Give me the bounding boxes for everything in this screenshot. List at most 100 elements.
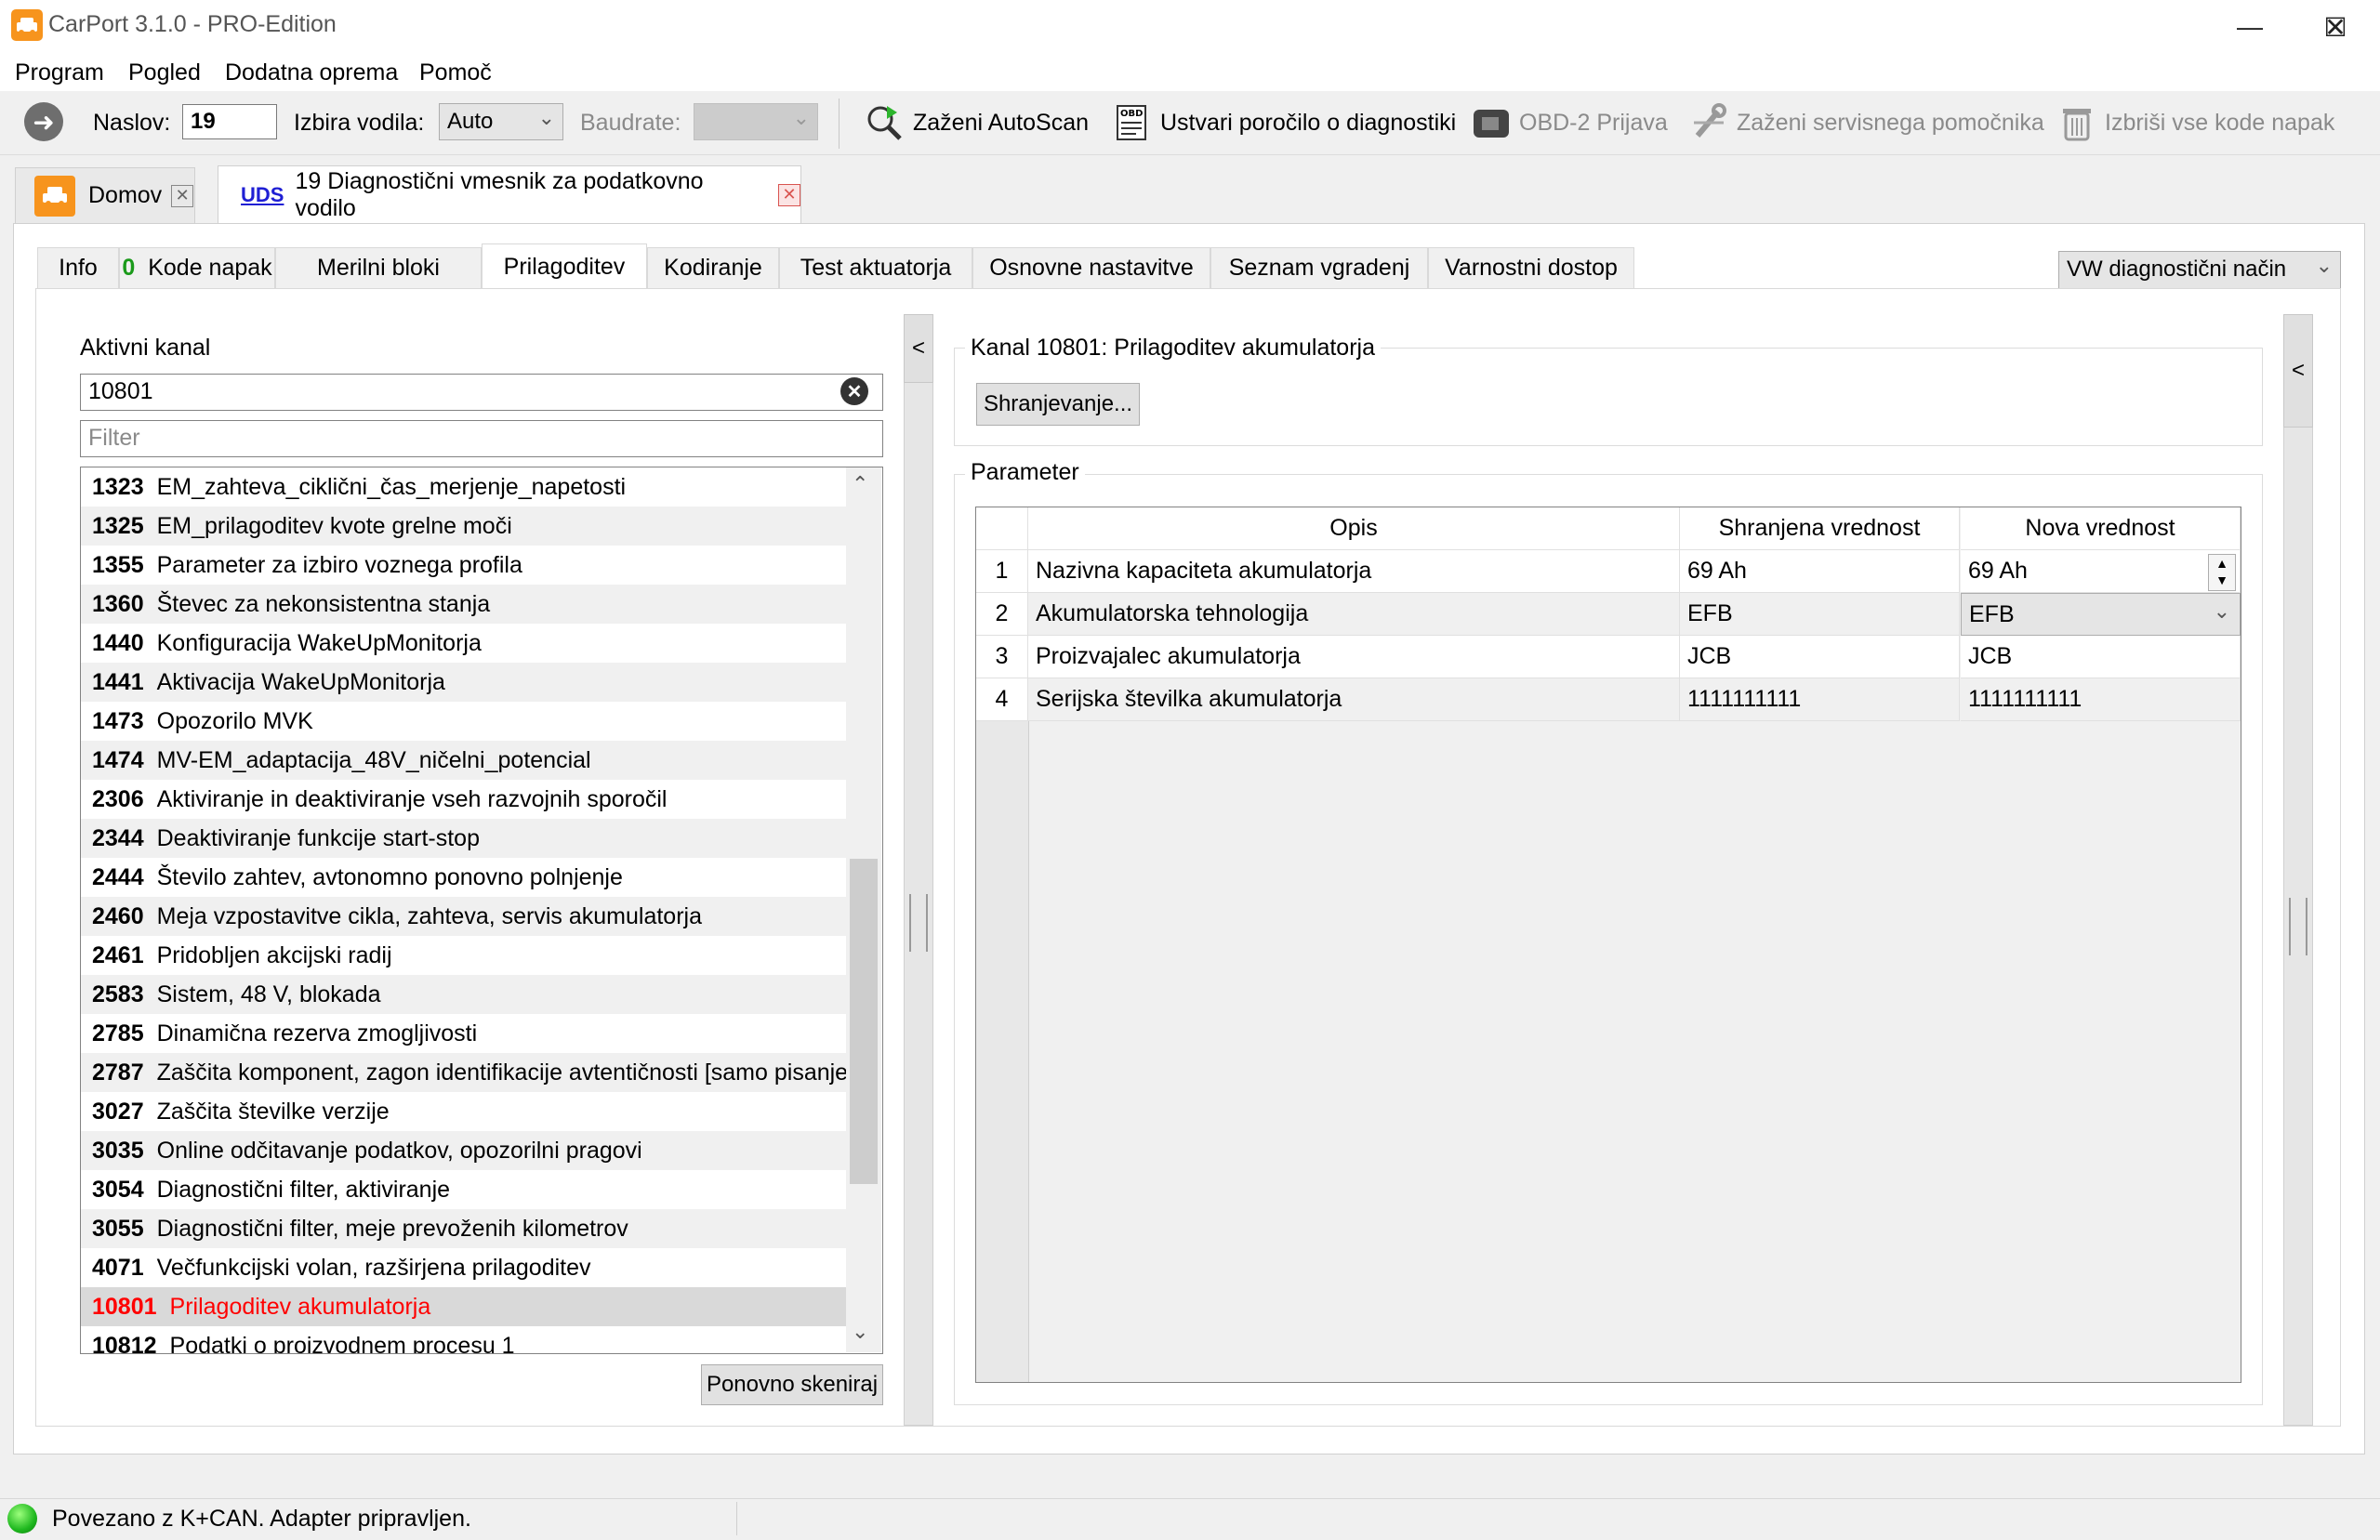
list-item[interactable]: 2344 Deaktiviranje funkcije start-stop xyxy=(81,819,849,858)
cell-text: JCB xyxy=(1687,643,1732,669)
new-value[interactable]: 69 Ah ▲ ▼ xyxy=(1961,550,2241,593)
diagnostic-mode-select[interactable]: VW diagnostični način ⌄ xyxy=(2058,251,2341,290)
tab-basic-settings[interactable]: Osnovne nastavitve xyxy=(972,247,1210,288)
chevron-up-icon[interactable]: ⌃ xyxy=(852,472,868,496)
list-item[interactable]: 3027 Zaščita številke verzije xyxy=(81,1092,849,1131)
baudrate-select[interactable]: ⌄ xyxy=(694,103,818,140)
autoscan-button[interactable]: Zaženi AutoScan xyxy=(865,97,1089,149)
chevron-down-icon: ⌄ xyxy=(2213,599,2230,623)
diagnostic-report-label: Ustvari poročilo o diagnostiki xyxy=(1160,109,1457,136)
save-button[interactable]: Shranjevanje... xyxy=(976,383,1140,426)
left-splitter[interactable] xyxy=(904,314,933,1426)
list-item[interactable]: 2785 Dinamična rezerva zmogljivosti xyxy=(81,1014,849,1053)
right-splitter[interactable] xyxy=(2283,314,2313,1426)
channel-code: 1355 xyxy=(92,551,144,578)
saved-value: 69 Ah xyxy=(1680,550,1960,593)
list-item[interactable]: 1441 Aktivacija WakeUpMonitorja xyxy=(81,663,849,702)
new-value[interactable]: EFB ⌄ xyxy=(1961,593,2241,636)
channel-code: 1360 xyxy=(92,590,144,617)
list-item[interactable]: 10812 Podatki o proizvodnem procesu 1 xyxy=(81,1326,849,1354)
connection-status-icon xyxy=(7,1504,37,1533)
tab-coding[interactable]: Kodiranje xyxy=(647,247,779,288)
list-item[interactable]: 2460 Meja vzpostavitve cikla, zahteva, se… xyxy=(81,897,849,936)
tab-measuring-blocks[interactable]: Merilni bloki xyxy=(275,247,482,288)
grip-icon xyxy=(2289,898,2307,955)
list-item[interactable]: 4071 Večfunkcijski volan, razširjena pril… xyxy=(81,1248,849,1287)
delete-codes-button[interactable]: Izbriši vse kode napak xyxy=(2056,97,2334,149)
bus-select-value: Auto xyxy=(447,109,494,134)
channel-code: 2460 xyxy=(92,902,144,929)
close-icon[interactable]: ✕ xyxy=(778,183,800,206)
diagnostic-report-button[interactable]: OBD Ustvari poročilo o diagnostiki xyxy=(1112,97,1456,149)
service-assistant-button[interactable]: Zaženi servisnega pomočnika xyxy=(1688,97,2044,149)
tab-info[interactable]: Info xyxy=(37,247,119,288)
list-item[interactable]: 10801 Prilagoditev akumulatorja xyxy=(81,1287,849,1326)
list-item[interactable]: 2461 Pridobljen akcijski radij xyxy=(81,936,849,975)
connect-arrow-icon[interactable]: ➜ xyxy=(24,102,63,141)
list-item[interactable]: 1360 Števec za nekonsistentna stanja xyxy=(81,585,849,624)
list-item[interactable]: 1323 EM_zahteva_ciklični_čas_merjenje_nap… xyxy=(81,467,849,507)
tab-actuator-test[interactable]: Test aktuatorja xyxy=(779,247,972,288)
menu-program[interactable]: Program xyxy=(15,59,104,86)
param-description: Akumulatorska tehnologija xyxy=(1028,593,1680,636)
tab-security-access[interactable]: Varnostni dostop xyxy=(1428,247,1634,288)
channel-name: Deaktiviranje funkcije start-stop xyxy=(156,824,480,851)
list-item[interactable]: 2306 Aktiviranje in deaktiviranje vseh ra… xyxy=(81,780,849,819)
cell-text: 1111111111 xyxy=(1687,686,1802,712)
channel-code: 2461 xyxy=(92,941,144,968)
channel-list[interactable]: 1323 EM_zahteva_ciklični_čas_merjenje_nap… xyxy=(80,467,883,1354)
list-item[interactable]: 1473 Opozorilo MVK xyxy=(81,702,849,741)
chevron-down-icon: ⌄ xyxy=(2315,254,2333,277)
minimize-icon[interactable]: — xyxy=(2207,0,2293,54)
cell-text: Serijska številka akumulatorja xyxy=(1036,686,1342,712)
spinner-icon[interactable]: ▲ ▼ xyxy=(2208,554,2236,591)
channel-name: Online odčitavanje podatkov, opozorilni … xyxy=(156,1137,642,1164)
collapse-right-icon[interactable]: < xyxy=(2283,314,2313,428)
tab-adaptation[interactable]: Prilagoditev xyxy=(482,244,647,290)
magnifier-play-icon xyxy=(865,102,906,143)
new-value[interactable]: 1111111111 xyxy=(1961,678,2241,721)
list-item[interactable]: 2787 Zaščita komponent, zagon identifikac… xyxy=(81,1053,854,1092)
channel-name: Aktiviranje in deaktiviranje vseh razvoj… xyxy=(156,785,668,812)
new-value[interactable]: JCB xyxy=(1961,636,2241,678)
active-channel-input[interactable]: 10801 xyxy=(80,374,883,411)
list-item[interactable]: 3054 Diagnostični filter, aktiviranje xyxy=(81,1170,849,1209)
list-item[interactable]: 3035 Online odčitavanje podatkov, opozori… xyxy=(81,1131,849,1170)
bus-select[interactable]: Auto ⌄ xyxy=(439,103,563,140)
list-item[interactable]: 1440 Konfiguracija WakeUpMonitorja xyxy=(81,624,849,663)
channel-code: 10812 xyxy=(92,1332,157,1354)
list-item[interactable]: 2583 Sistem, 48 V, blokada xyxy=(81,975,849,1014)
address-input[interactable]: 19 xyxy=(182,104,277,139)
menu-pogled[interactable]: Pogled xyxy=(128,59,201,86)
doc-tab-module[interactable]: UDS 19 Diagnostični vmesnik za podatkovn… xyxy=(218,165,801,223)
channel-name: Sistem, 48 V, blokada xyxy=(156,981,381,1007)
filter-input[interactable]: Filter xyxy=(80,420,883,457)
doc-tab-home-label: Domov xyxy=(88,182,163,208)
column-header[interactable]: Nova vrednost xyxy=(1961,507,2241,550)
chevron-down-icon[interactable]: ⌄ xyxy=(852,1320,868,1344)
tab-installed-list[interactable]: Seznam vgradenj xyxy=(1210,247,1428,288)
menu-pomoc[interactable]: Pomoč xyxy=(419,59,492,86)
rescan-button[interactable]: Ponovno skeniraj xyxy=(701,1364,883,1405)
close-icon[interactable]: ✕ xyxy=(171,184,194,207)
list-item[interactable]: 2444 Število zahtev, avtonomno ponovno po… xyxy=(81,858,849,897)
active-channel-label: Aktivni kanal xyxy=(80,335,211,361)
list-item[interactable]: 1474 MV-EM_adaptacija_48V_ničelni_potenci… xyxy=(81,741,849,780)
status-text: Povezano z K+CAN. Adapter pripravljen. xyxy=(52,1506,471,1532)
list-item[interactable]: 3055 Diagnostični filter, meje prevoženih… xyxy=(81,1209,849,1248)
clear-icon[interactable]: ✕ xyxy=(840,377,868,405)
column-header[interactable]: Opis xyxy=(1028,507,1680,550)
channel-name: MV-EM_adaptacija_48V_ničelni_potencial xyxy=(156,746,591,773)
menu-dodatna-oprema[interactable]: Dodatna oprema xyxy=(225,59,398,86)
tab-fault-codes[interactable]: 0 Kode napak xyxy=(119,247,275,288)
list-item[interactable]: 1355 Parameter za izbiro voznega profila xyxy=(81,546,849,585)
doc-tab-home[interactable]: Domov ✕ xyxy=(15,167,195,223)
list-item[interactable]: 1325 EM_prilagoditev kvote grelne moči xyxy=(81,507,849,546)
column-header[interactable]: Shranjena vrednost xyxy=(1680,507,1960,550)
obd2-login-button[interactable]: OBD-2 Prijava xyxy=(1471,97,1668,149)
cell-text: EFB xyxy=(1687,600,1733,626)
collapse-left-icon[interactable]: < xyxy=(904,314,933,383)
close-icon[interactable]: ✕ xyxy=(2293,0,2378,54)
channel-name: Zaščita številke verzije xyxy=(156,1098,390,1125)
list-scrollbar-thumb[interactable] xyxy=(850,859,878,1184)
